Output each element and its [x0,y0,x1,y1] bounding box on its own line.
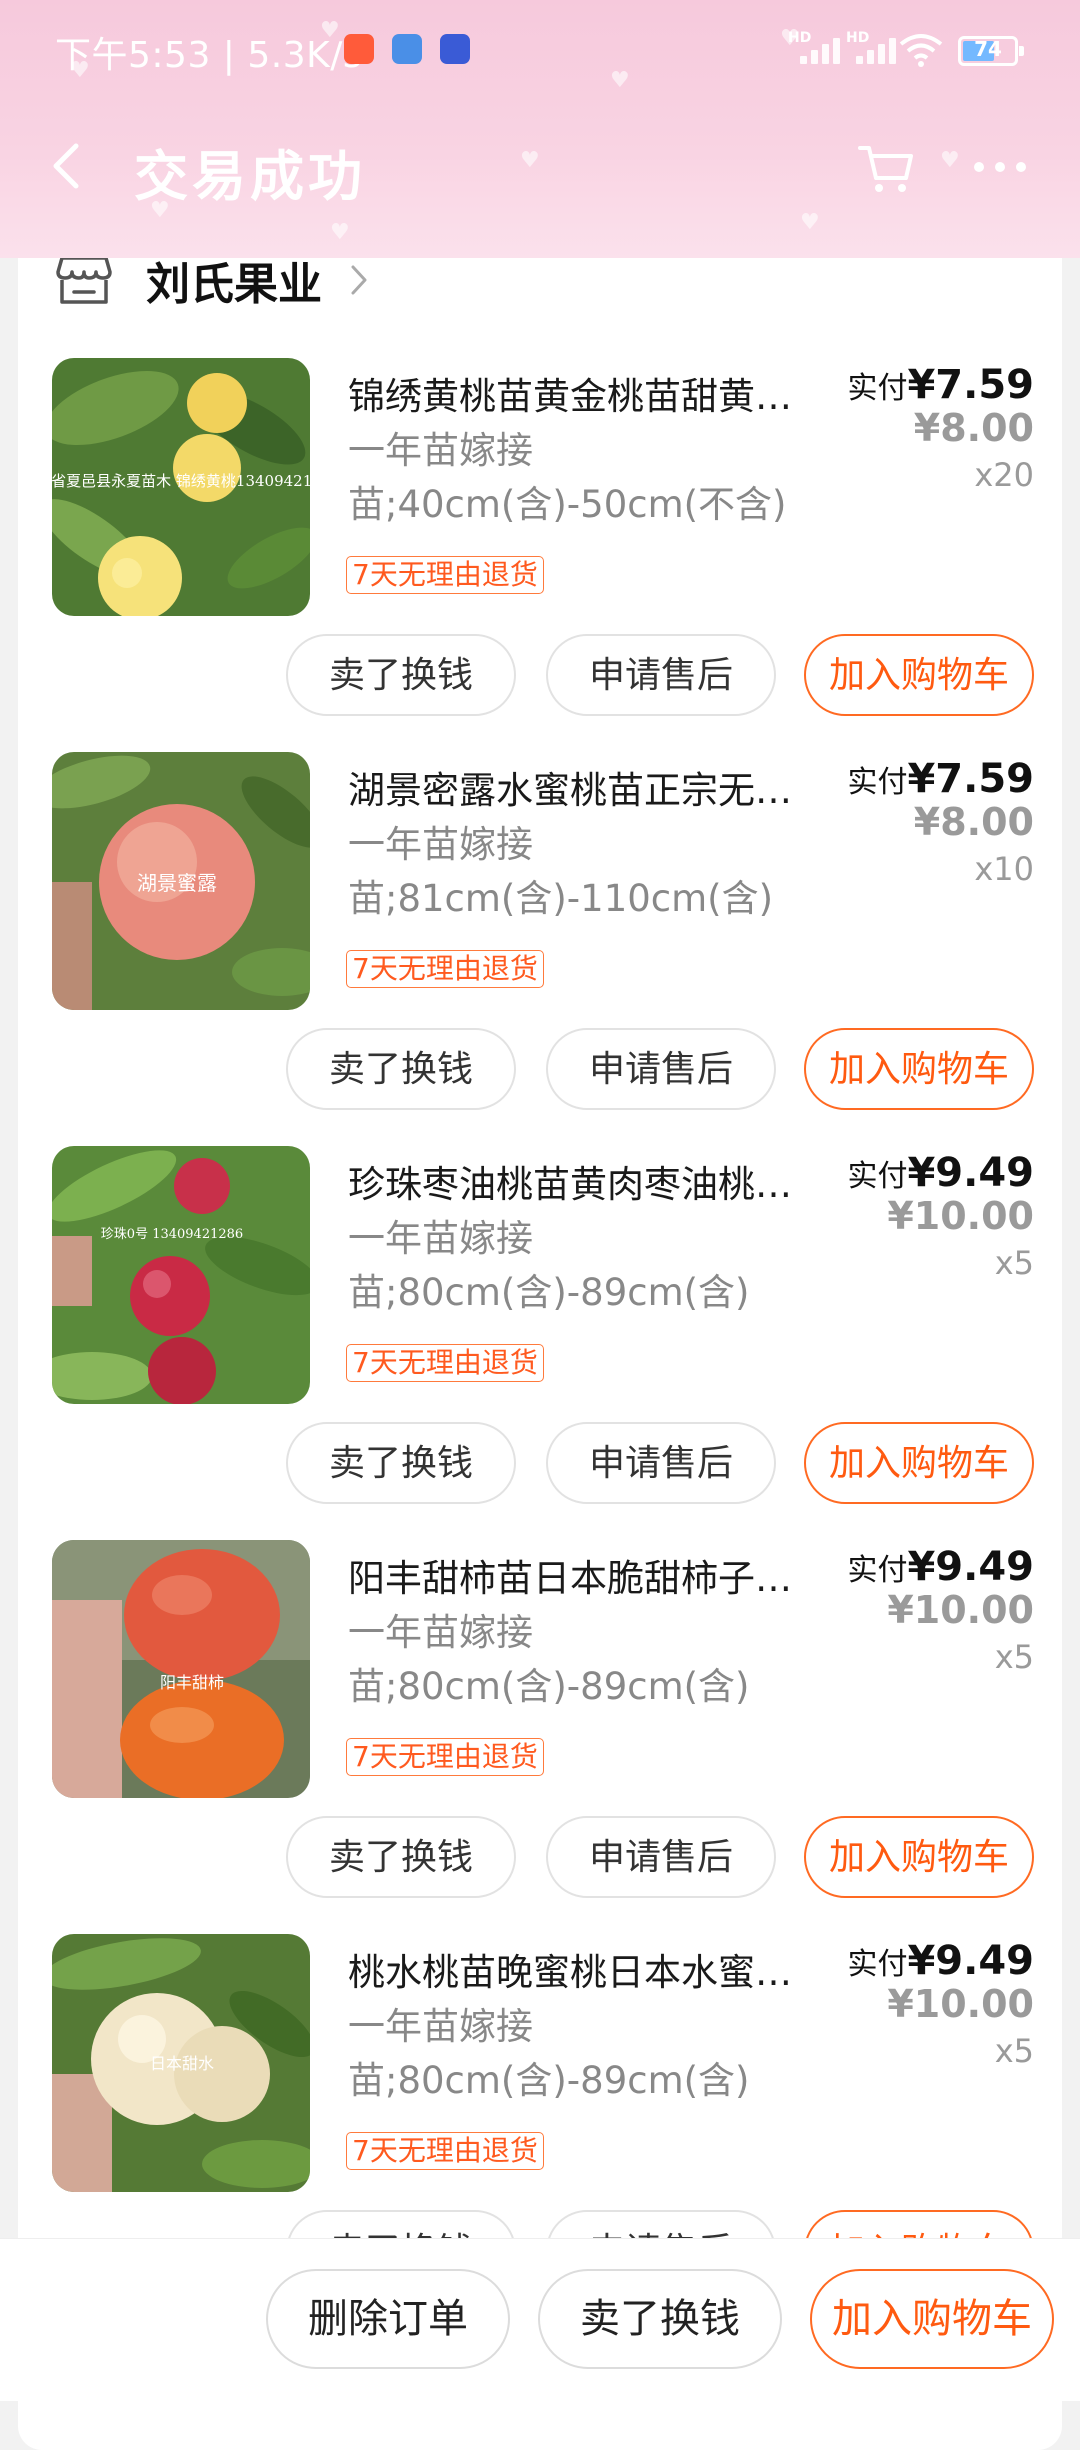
bottom-action-bar: 删除订单 卖了换钱 加入购物车 [0,2238,1080,2401]
battery-level: 74 [974,37,1002,61]
price-block: 实付¥9.49 ¥10.00 x5 [847,1938,1034,2070]
actual-price: 实付¥7.59 [847,756,1034,802]
product-image-watermark: 珍珠0号 13409421286 [101,1227,243,1242]
more-dots-icon[interactable] [972,160,1028,174]
original-price: ¥8.00 [913,800,1034,844]
add-to-cart-button[interactable]: 加入购物车 [804,1028,1034,1110]
price-block: 实付¥7.59 ¥8.00 x20 [847,362,1034,494]
order-item: 阳丰甜柿 阳丰甜柿苗日本脆甜柿子… 一年苗嫁接苗;80cm(含)-89cm(含)… [0,1540,1080,1934]
quantity: x10 [974,850,1034,888]
actual-price-label: 实付 [847,1553,908,1588]
product-title[interactable]: 阳丰甜柿苗日本脆甜柿子… [348,1548,836,1602]
back-arrow-icon[interactable] [46,136,86,196]
product-spec: 一年苗嫁接苗;81cm(含)-110cm(含) [348,823,774,920]
after-sales-button[interactable]: 申请售后 [546,1816,776,1898]
page-title: 交易成功 [134,145,366,208]
product-title[interactable]: 桃水桃苗晚蜜桃日本水蜜… [348,1942,836,1996]
sell-for-cash-button[interactable]: 卖了换钱 [286,1028,516,1110]
actual-price-value: ¥7.59 [907,756,1034,802]
product-title[interactable]: 锦绣黄桃苗黄金桃苗甜黄… [348,366,836,420]
product-image[interactable]: 日本甜水 [52,1934,310,2192]
actual-price: 实付¥9.49 [847,1544,1034,1590]
header: ♥ ♥ ♥ ♥ ♥ ♥ ♥ ♥ ♥ 下午5:53 | 5.3K/s HD HD … [0,0,1080,258]
return-policy-tag: 7天无理由退货 [346,556,544,594]
order-item: 珍珠0号 13409421286 珍珠枣油桃苗黄肉枣油桃… 一年苗嫁接苗;80c… [0,1146,1080,1540]
quantity: x5 [994,1638,1034,1676]
status-bar: 下午5:53 | 5.3K/s HD HD 74 [0,0,1080,100]
wifi-icon [899,34,943,67]
after-sales-button[interactable]: 申请售后 [546,1028,776,1110]
product-image[interactable]: 河南省夏邑县永夏苗木 锦绣黄桃13409421286 [52,358,310,616]
product-spec: 一年苗嫁接苗;80cm(含)-89cm(含) [348,2005,750,2102]
order-item: 湖景蜜露 湖景密露水蜜桃苗正宗无… 一年苗嫁接苗;81cm(含)-110cm(含… [0,752,1080,1146]
store-icon [56,256,112,304]
actual-price-label: 实付 [847,1159,908,1194]
actual-price-label: 实付 [847,1947,908,1982]
signal-strength-icon [856,36,902,64]
app-notification-icon [440,34,470,64]
sell-for-cash-button[interactable]: 卖了换钱 [538,2269,782,2369]
nav-bar: 交易成功 [0,100,1080,258]
product-title[interactable]: 湖景密露水蜜桃苗正宗无… [348,760,836,814]
sell-for-cash-button[interactable]: 卖了换钱 [286,634,516,716]
product-image[interactable]: 阳丰甜柿 [52,1540,310,1798]
product-image-watermark: 湖景蜜露 [137,871,217,895]
return-policy-tag: 7天无理由退货 [346,1738,544,1776]
battery-icon: 74 [958,36,1024,66]
product-spec: 一年苗嫁接苗;80cm(含)-89cm(含) [348,1611,750,1708]
original-price: ¥8.00 [913,406,1034,450]
actual-price-value: ¥9.49 [907,1544,1034,1590]
sell-for-cash-button[interactable]: 卖了换钱 [286,1816,516,1898]
app-notification-icon [392,34,422,64]
price-block: 实付¥9.49 ¥10.00 x5 [847,1544,1034,1676]
after-sales-button[interactable]: 申请售后 [546,634,776,716]
shop-header[interactable]: 刘氏果业 [56,250,370,310]
original-price: ¥10.00 [887,1982,1034,2026]
product-image-watermark: 河南省夏邑县永夏苗木 锦绣黄桃13409421286 [52,472,310,490]
product-image-watermark: 日本甜水 [150,2054,214,2073]
return-policy-tag: 7天无理由退货 [346,2132,544,2170]
shopping-cart-icon[interactable] [856,138,916,198]
product-image-watermark: 阳丰甜柿 [160,1673,224,1692]
add-to-cart-button[interactable]: 加入购物车 [810,2269,1054,2369]
original-price: ¥10.00 [887,1588,1034,1632]
delete-order-button[interactable]: 删除订单 [266,2269,510,2369]
actual-price-label: 实付 [847,765,908,800]
actual-price-label: 实付 [847,371,908,406]
sell-for-cash-button[interactable]: 卖了换钱 [286,1422,516,1504]
return-policy-tag: 7天无理由退货 [346,1344,544,1382]
price-block: 实付¥7.59 ¥8.00 x10 [847,756,1034,888]
actual-price: 实付¥7.59 [847,362,1034,408]
product-image[interactable]: 珍珠0号 13409421286 [52,1146,310,1404]
actual-price: 实付¥9.49 [847,1150,1034,1196]
quantity: x5 [994,1244,1034,1282]
status-time-speed: 下午5:53 | 5.3K/s [55,35,363,76]
add-to-cart-button[interactable]: 加入购物车 [804,634,1034,716]
price-block: 实付¥9.49 ¥10.00 x5 [847,1150,1034,1282]
actual-price: 实付¥9.49 [847,1938,1034,1984]
product-title[interactable]: 珍珠枣油桃苗黄肉枣油桃… [348,1154,836,1208]
actual-price-value: ¥7.59 [907,362,1034,408]
quantity: x20 [974,456,1034,494]
signal-strength-icon [800,36,846,64]
add-to-cart-button[interactable]: 加入购物车 [804,1422,1034,1504]
return-policy-tag: 7天无理由退货 [346,950,544,988]
app-notification-icon [344,34,374,64]
product-image[interactable]: 湖景蜜露 [52,752,310,1010]
actual-price-value: ¥9.49 [907,1150,1034,1196]
quantity: x5 [994,2032,1034,2070]
product-spec: 一年苗嫁接苗;80cm(含)-89cm(含) [348,1217,750,1314]
after-sales-button[interactable]: 申请售后 [546,1422,776,1504]
product-spec: 一年苗嫁接苗;40cm(含)-50cm(不含) [348,429,787,526]
chevron-right-icon[interactable] [348,262,370,298]
order-item: 河南省夏邑县永夏苗木 锦绣黄桃13409421286 锦绣黄桃苗黄金桃苗甜黄… … [0,358,1080,752]
actual-price-value: ¥9.49 [907,1938,1034,1984]
original-price: ¥10.00 [887,1194,1034,1238]
add-to-cart-button[interactable]: 加入购物车 [804,1816,1034,1898]
